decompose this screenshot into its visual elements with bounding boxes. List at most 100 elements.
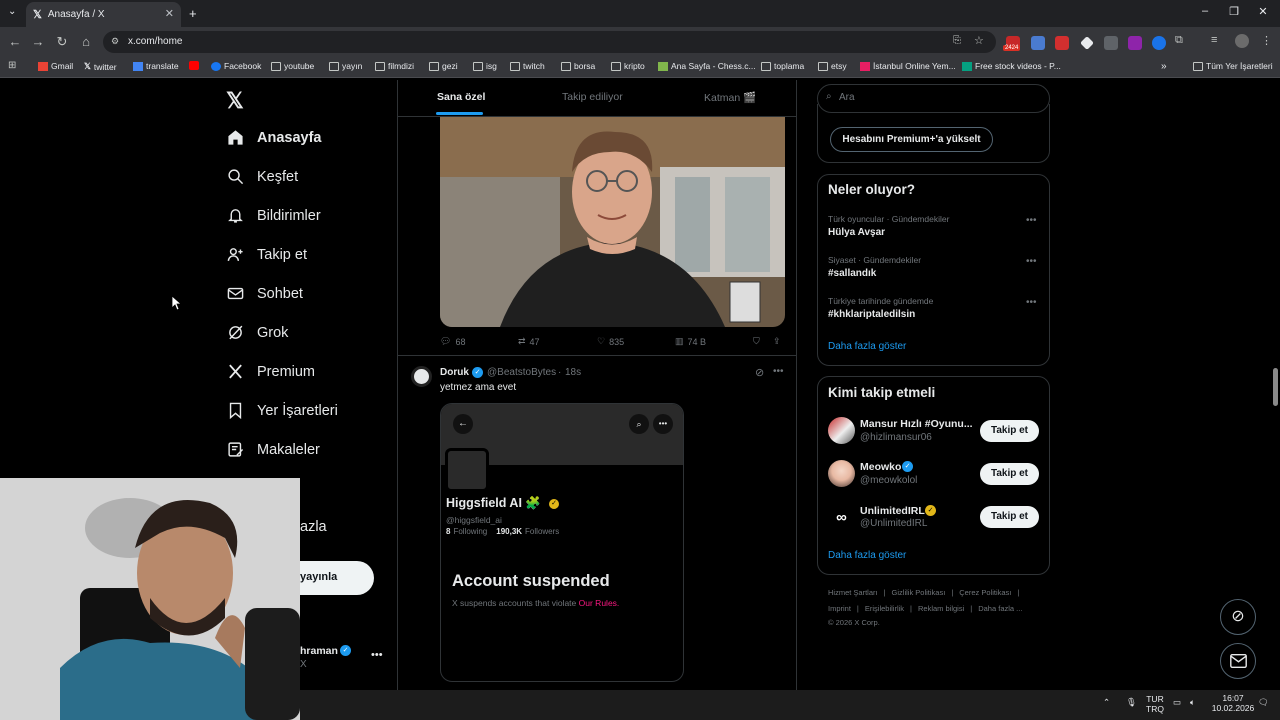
follow-button[interactable]: Takip et xyxy=(980,420,1039,442)
bookmark-folder[interactable]: kripto xyxy=(611,61,645,71)
post-time[interactable]: 18s xyxy=(565,367,581,378)
browser-tab[interactable]: 𝕏 Anasayfa / X ✕ xyxy=(26,2,181,27)
bookmark-item[interactable]: Free stock videos - P... xyxy=(962,61,1061,71)
grok-post-icon[interactable]: ⊘ xyxy=(755,366,764,379)
views-button[interactable]: ▥ 74 B xyxy=(675,336,706,347)
post-video[interactable] xyxy=(440,117,785,327)
more-bookmarks-icon[interactable]: » xyxy=(1161,61,1167,72)
install-icon[interactable]: ⎘ xyxy=(953,35,961,46)
purple-ext-icon[interactable] xyxy=(1128,36,1142,50)
trend-more-icon[interactable]: ••• xyxy=(1026,297,1037,308)
address-bar[interactable]: x.com/home xyxy=(103,31,996,53)
share-icon[interactable]: ⇪ xyxy=(773,336,781,347)
volume-icon[interactable]: 🔈︎ xyxy=(1190,697,1195,708)
sidebar-item-notifications[interactable]: Bildirimler xyxy=(227,207,321,224)
bookmark-item[interactable]: Gmail xyxy=(38,61,73,71)
follow-button[interactable]: Takip et xyxy=(980,506,1039,528)
suggested-user-name[interactable]: Meowko xyxy=(860,461,901,473)
bookmark-post-icon[interactable]: ⛉ xyxy=(753,336,760,347)
bookmark-folder[interactable]: yayın xyxy=(329,61,362,71)
profile-name[interactable]: hraman xyxy=(300,645,338,657)
tray-chevron-icon[interactable]: ⌃ xyxy=(1103,697,1110,708)
embedded-image[interactable]: ← ⌕ ••• Higgsfield AI 🧩 ✓ @higgsfield_ai… xyxy=(440,403,684,682)
apps-icon[interactable]: ⊞ xyxy=(8,60,16,71)
tab-katman[interactable]: Katman 🎬 xyxy=(704,91,756,104)
bookmark-folder[interactable]: etsy xyxy=(818,61,847,71)
adblock-ext-icon[interactable] xyxy=(1055,36,1069,50)
premium-upgrade-button[interactable]: Hesabını Premium+'a yükselt xyxy=(830,127,993,152)
who-show-more-link[interactable]: Daha fazla göster xyxy=(828,550,906,561)
audio-ext-icon[interactable] xyxy=(1152,36,1166,50)
site-info-icon[interactable]: ⚙ xyxy=(111,36,119,47)
bookmark-item[interactable] xyxy=(189,61,199,70)
suggested-user-name[interactable]: Mansur Hızlı #Oyunu... xyxy=(860,418,973,430)
bookmark-item[interactable]: İstanbul Online Yem... xyxy=(860,61,956,71)
bookmark-folder[interactable]: youtube xyxy=(271,61,314,71)
sidebar-item-premium[interactable]: Premium xyxy=(227,363,315,380)
tab-following[interactable]: Takip ediliyor xyxy=(562,91,623,103)
footer-link[interactable]: Reklam bilgisi xyxy=(918,604,964,613)
post-author-name[interactable]: Doruk xyxy=(440,367,469,378)
trend-name[interactable]: Hülya Avşar xyxy=(828,227,885,238)
notification-icon[interactable]: 🗨︎ xyxy=(1258,697,1269,708)
forward-icon[interactable]: → xyxy=(30,34,46,49)
reply-button[interactable]: 💬︎ 68 xyxy=(440,336,465,347)
menu-icon[interactable]: ⋮ xyxy=(1261,34,1272,47)
bookmark-item[interactable]: Facebook xyxy=(211,61,261,71)
translate-ext-icon[interactable] xyxy=(1031,36,1045,50)
trend-name[interactable]: #sallandık xyxy=(828,268,876,279)
restore-icon[interactable]: ❐ xyxy=(1224,5,1244,18)
sidebar-item-chat[interactable]: Sohbet xyxy=(227,285,303,302)
bookmark-item[interactable]: translate xyxy=(133,61,179,71)
all-bookmarks[interactable]: Tüm Yer İşaretleri xyxy=(1193,61,1273,71)
clock[interactable]: 16:07 10.02.2026 xyxy=(1210,693,1256,713)
footer-link[interactable]: Hizmet Şartları xyxy=(828,588,878,597)
footer-link[interactable]: Daha fazla ... xyxy=(978,604,1022,613)
window-close-icon[interactable]: ✕ xyxy=(1253,5,1273,18)
tab-close-icon[interactable]: ✕ xyxy=(165,7,174,20)
author-avatar[interactable] xyxy=(411,366,432,387)
like-button[interactable]: ♡ 835 xyxy=(597,336,624,347)
sidebar-item-home[interactable]: Anasayfa xyxy=(227,129,321,146)
media-icon[interactable]: ≡ xyxy=(1211,34,1217,46)
user-avatar[interactable]: ∞ xyxy=(828,504,855,531)
sidebar-item-articles[interactable]: Makaleler xyxy=(227,441,320,458)
footer-link[interactable]: Erişilebilirlik xyxy=(865,604,904,613)
messages-float-button[interactable] xyxy=(1220,643,1256,679)
post-author-handle[interactable]: @BeatstoBytes xyxy=(487,367,556,378)
bookmark-item[interactable]: Ana Sayfa - Chess.c... xyxy=(658,61,756,71)
sidebar-item-explore[interactable]: Keşfet xyxy=(227,168,298,185)
user-avatar[interactable] xyxy=(828,460,855,487)
x-logo-icon[interactable]: 𝕏 xyxy=(226,88,244,114)
scrollbar-thumb[interactable] xyxy=(1273,368,1278,406)
footer-link[interactable]: Çerez Politikası xyxy=(959,588,1011,597)
bookmark-folder[interactable]: filmdizi xyxy=(375,61,414,71)
grok-float-icon[interactable]: ⊘ xyxy=(1220,599,1256,635)
bookmark-folder[interactable]: borsa xyxy=(561,61,595,71)
bookmark-folder[interactable]: isg xyxy=(473,61,497,71)
home-browser-icon[interactable]: ⌂ xyxy=(78,34,94,49)
sidebar-item-more[interactable]: azla xyxy=(300,519,327,535)
trend-name[interactable]: #khklariptaledilsin xyxy=(828,309,915,320)
tab-search-icon[interactable]: ⌄ xyxy=(8,6,16,17)
reload-icon[interactable]: ↻ xyxy=(54,34,70,50)
bookmark-item[interactable]: 𝕏twitter xyxy=(84,61,117,72)
mic-icon[interactable]: 🎙︎ xyxy=(1126,697,1137,708)
bookmark-folder[interactable]: twitch xyxy=(510,61,545,71)
follow-button[interactable]: Takip et xyxy=(980,463,1039,485)
sidebar-item-follow[interactable]: Takip et xyxy=(227,246,307,263)
post-more-icon[interactable]: ••• xyxy=(773,366,784,377)
user-avatar[interactable] xyxy=(828,417,855,444)
profile-more-icon[interactable]: ••• xyxy=(371,649,383,661)
trend-more-icon[interactable]: ••• xyxy=(1026,215,1037,226)
vpn-ext-icon[interactable] xyxy=(1104,36,1118,50)
trends-show-more-link[interactable]: Daha fazla göster xyxy=(828,341,906,352)
star-icon[interactable]: ☆ xyxy=(974,34,984,47)
language-indicator[interactable]: TUR TRQ xyxy=(1146,694,1164,714)
repost-button[interactable]: ⇄ 47 xyxy=(518,336,540,347)
bookmark-folder[interactable]: gezi xyxy=(429,61,458,71)
tab-for-you[interactable]: Sana özel xyxy=(437,91,485,103)
sidebar-item-grok[interactable]: Grok xyxy=(227,324,288,341)
minimize-icon[interactable]: – xyxy=(1195,5,1215,17)
back-icon[interactable]: ← xyxy=(7,34,23,49)
